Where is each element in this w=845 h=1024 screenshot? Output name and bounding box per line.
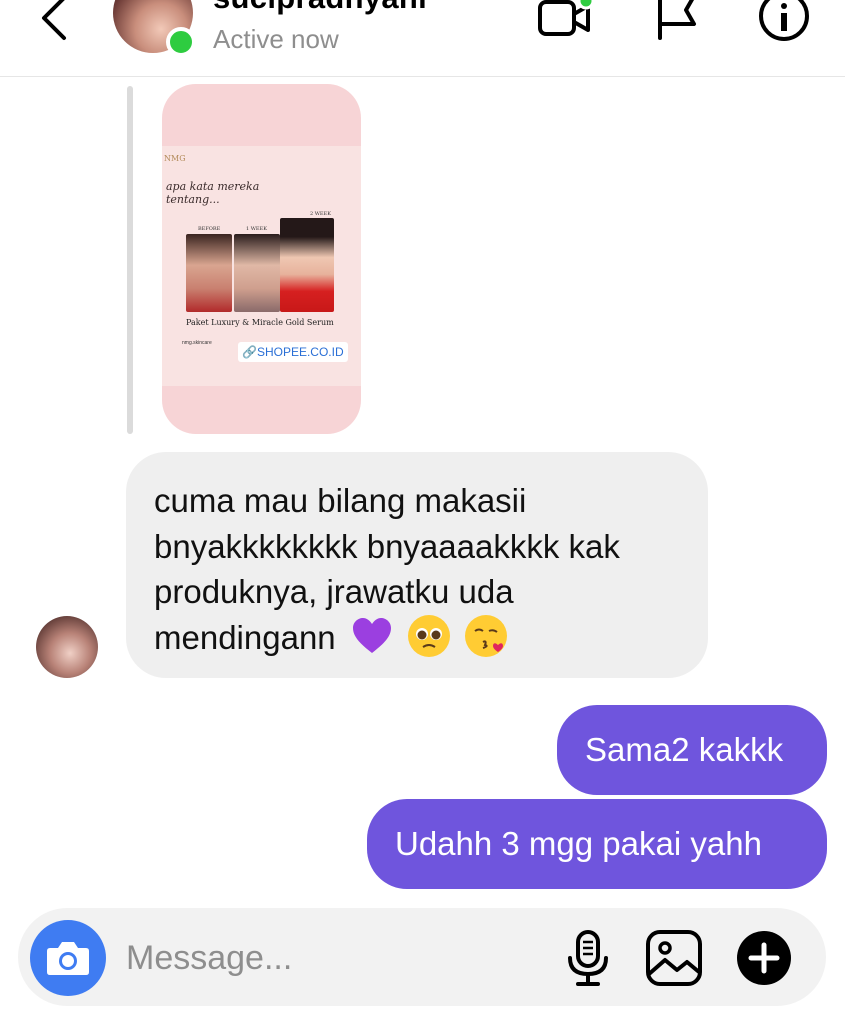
message-input[interactable] [126,934,526,982]
before-photo [186,234,232,312]
label-2-week: 2 WEEK [310,211,331,217]
reply-indicator-bar [127,86,133,434]
outgoing-message-text: Sama2 kakkk [585,731,784,768]
link-icon: 🔗 [242,345,257,359]
outgoing-message-bubble[interactable]: Sama2 kakkk [557,705,827,795]
add-icon[interactable] [735,928,793,988]
pleading-face-emoji [408,614,450,657]
post-link-text: SHOPEE.CO.ID [256,345,344,359]
incoming-message: cuma mau bilang makasii bnyakkkkkkkk bny… [154,478,694,660]
info-icon[interactable] [756,0,812,44]
post-product-title: Paket Luxury & Miracle Gold Serum [186,318,334,327]
label-before: BEFORE [198,226,221,232]
back-chevron-icon[interactable] [34,0,74,46]
post-handle: nmg.skincare [182,340,212,346]
post-script-text: apa kata mereka tentang... [166,180,260,206]
microphone-icon[interactable] [559,928,617,988]
video-call-icon[interactable] [536,0,592,44]
sender-avatar[interactable] [36,616,98,678]
week1-photo [234,234,280,312]
incoming-message-bubble[interactable]: cuma mau bilang makasii bnyakkkkkkkk bny… [126,452,708,678]
chat-header: sucipradnyani Active now [0,0,845,77]
outgoing-message-text: Udahh 3 mgg pakai yahh [395,825,762,862]
post-link-sticker[interactable]: 🔗SHOPEE.CO.ID [238,342,348,362]
online-indicator [166,27,196,57]
username[interactable]: sucipradnyani [213,0,427,16]
report-flag-icon[interactable] [650,0,706,44]
profile-avatar[interactable] [113,0,196,57]
gallery-icon[interactable] [645,928,703,988]
camera-button[interactable] [30,920,106,996]
purple-heart-emoji [351,615,393,657]
active-status: Active now [213,24,339,54]
camera-icon [47,942,89,975]
label-1-week: 1 WEEK [246,226,267,232]
week2-photo [280,218,334,312]
post-logo: NMG [164,154,186,163]
outgoing-message-bubble[interactable]: Udahh 3 mgg pakai yahh [367,799,827,889]
shared-post-card[interactable]: NMG apa kata mereka tentang... 2 WEEK BE… [162,84,361,434]
face-blowing-kiss-emoji [465,614,508,657]
